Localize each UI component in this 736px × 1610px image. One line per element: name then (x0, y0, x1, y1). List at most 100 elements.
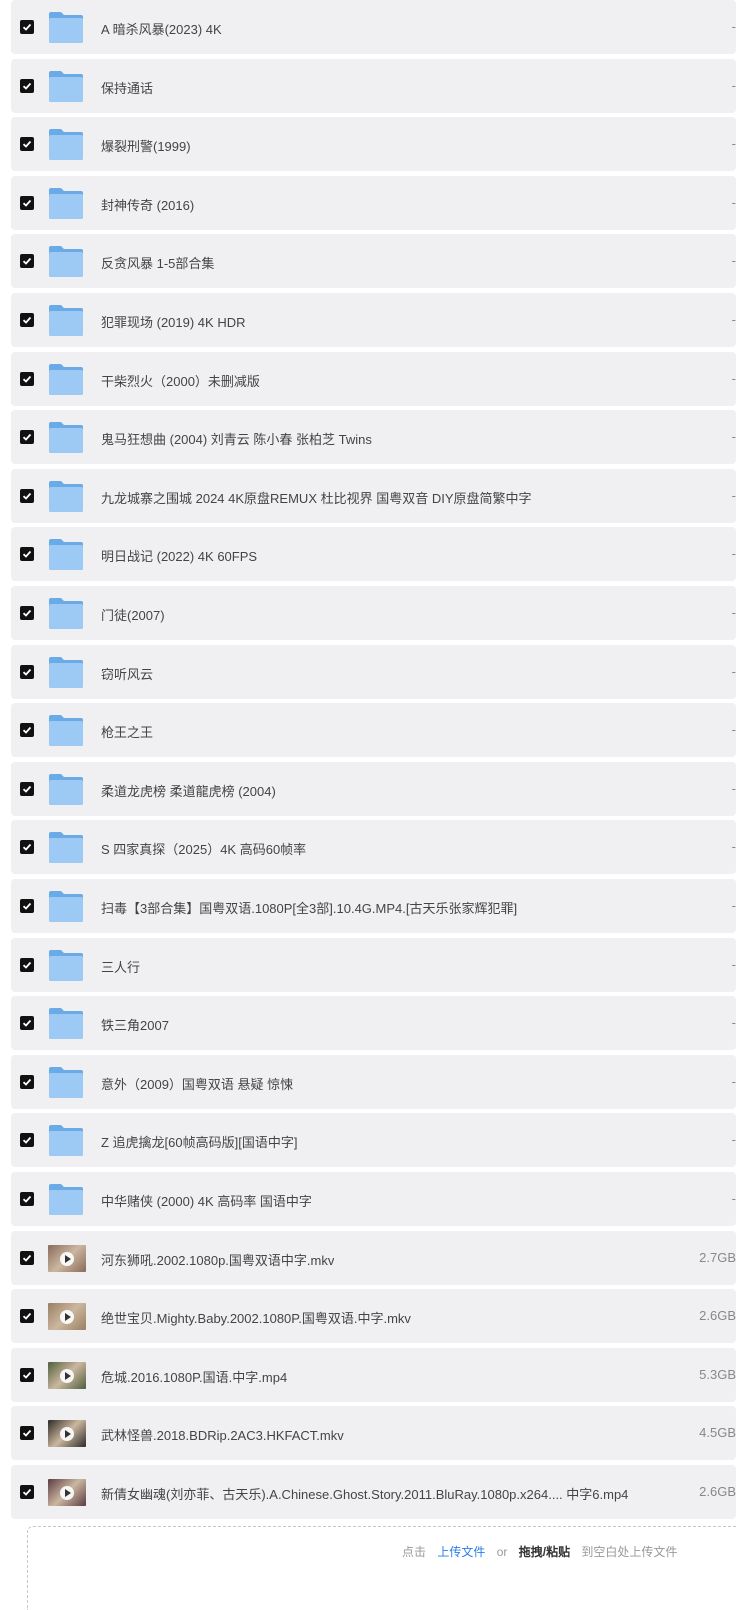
file-row[interactable]: 河东狮吼.2002.1080p.国粤双语中字.mkv 2.7GB (11, 1231, 736, 1285)
folder-row[interactable]: 反贪风暴 1-5部合集 - (11, 234, 736, 288)
row-checkbox[interactable] (20, 372, 34, 386)
file-row[interactable]: 武林怪兽.2018.BDRip.2AC3.HKFACT.mkv 4.5GB (11, 1406, 736, 1460)
file-name[interactable]: 封神传奇 (2016) (101, 195, 194, 214)
folder-row[interactable]: 封神传奇 (2016) - (11, 176, 736, 230)
file-name[interactable]: 反贪风暴 1-5部合集 (101, 253, 214, 272)
row-checkbox[interactable] (20, 782, 34, 796)
row-checkbox[interactable] (20, 1251, 34, 1265)
play-icon (60, 1252, 74, 1266)
folder-row[interactable]: 窃听风云 - (11, 645, 736, 699)
video-thumbnail[interactable] (48, 1362, 86, 1389)
folder-row[interactable]: 保持通话 - (11, 59, 736, 113)
file-name[interactable]: A 暗杀风暴(2023) 4K (101, 19, 222, 38)
video-thumbnail[interactable] (48, 1479, 86, 1506)
file-size: 2.6GB (699, 1484, 736, 1499)
file-name[interactable]: 意外（2009）国粤双语 悬疑 惊悚 (101, 1074, 293, 1093)
row-checkbox[interactable] (20, 958, 34, 972)
upload-file-link[interactable]: 上传文件 (437, 1545, 485, 1559)
row-checkbox[interactable] (20, 430, 34, 444)
folder-row[interactable]: 爆裂刑警(1999) - (11, 117, 736, 171)
row-checkbox[interactable] (20, 840, 34, 854)
folder-row[interactable]: 扫毒【3部合集】国粤双语.1080P[全3部].10.4G.MP4.[古天乐张家… (11, 879, 736, 933)
file-name[interactable]: 枪王之王 (101, 722, 153, 741)
row-checkbox[interactable] (20, 1016, 34, 1030)
folder-row[interactable]: S 四家真探（2025）4K 高码60帧率 - (11, 820, 736, 874)
row-checkbox[interactable] (20, 137, 34, 151)
file-row[interactable]: 危城.2016.1080P.国语.中字.mp4 5.3GB (11, 1348, 736, 1402)
row-checkbox[interactable] (20, 79, 34, 93)
folder-row[interactable]: 三人行 - (11, 938, 736, 992)
file-name[interactable]: 柔道龙虎榜 柔道龍虎榜 (2004) (101, 781, 276, 800)
row-checkbox[interactable] (20, 196, 34, 210)
folder-row[interactable]: 九龙城寨之围城 2024 4K原盘REMUX 杜比视界 国粤双音 DIY原盘简繁… (11, 469, 736, 523)
row-checkbox[interactable] (20, 1075, 34, 1089)
folder-row[interactable]: 门徒(2007) - (11, 586, 736, 640)
file-name[interactable]: 武林怪兽.2018.BDRip.2AC3.HKFACT.mkv (101, 1425, 344, 1444)
folder-row[interactable]: Z 追虎擒龙[60帧高码版][国语中字] - (11, 1113, 736, 1167)
row-checkbox[interactable] (20, 1309, 34, 1323)
file-name[interactable]: 绝世宝贝.Mighty.Baby.2002.1080P.国粤双语.中字.mkv (101, 1308, 411, 1327)
file-row[interactable]: 绝世宝贝.Mighty.Baby.2002.1080P.国粤双语.中字.mkv 2… (11, 1289, 736, 1343)
folder-icon (48, 655, 84, 689)
video-thumbnail[interactable] (48, 1245, 86, 1272)
row-checkbox[interactable] (20, 20, 34, 34)
folder-icon (48, 1123, 84, 1157)
file-size: - (731, 605, 736, 620)
file-name[interactable]: 新倩女幽魂(刘亦菲、古天乐).A.Chinese.Ghost.Story.201… (101, 1484, 628, 1503)
folder-row[interactable]: 枪王之王 - (11, 703, 736, 757)
row-checkbox[interactable] (20, 1192, 34, 1206)
folder-row[interactable]: 意外（2009）国粤双语 悬疑 惊悚 - (11, 1055, 736, 1109)
folder-row[interactable]: 犯罪现场 (2019) 4K HDR - (11, 293, 736, 347)
upload-hint-prefix: 点击 (402, 1545, 427, 1559)
row-checkbox[interactable] (20, 1133, 34, 1147)
file-name[interactable]: 中华赌侠 (2000) 4K 高码率 国语中字 (101, 1191, 312, 1210)
file-name[interactable]: 明日战记 (2022) 4K 60FPS (101, 546, 257, 565)
row-checkbox[interactable] (20, 1426, 34, 1440)
row-checkbox[interactable] (20, 489, 34, 503)
row-checkbox[interactable] (20, 1368, 34, 1382)
video-thumbnail[interactable] (48, 1420, 86, 1447)
folder-row[interactable]: 铁三角2007 - (11, 996, 736, 1050)
file-name[interactable]: 保持通话 (101, 78, 153, 97)
row-checkbox[interactable] (20, 606, 34, 620)
row-checkbox[interactable] (20, 313, 34, 327)
folder-row[interactable]: 明日战记 (2022) 4K 60FPS - (11, 527, 736, 581)
file-size: - (731, 78, 736, 93)
folder-row[interactable]: 鬼马狂想曲 (2004) 刘青云 陈小春 张柏芝 Twins - (11, 410, 736, 464)
row-checkbox[interactable] (20, 547, 34, 561)
folder-row[interactable]: 柔道龙虎榜 柔道龍虎榜 (2004) - (11, 762, 736, 816)
file-name[interactable]: 三人行 (101, 957, 140, 976)
file-name[interactable]: 九龙城寨之围城 2024 4K原盘REMUX 杜比视界 国粤双音 DIY原盘简繁… (101, 488, 532, 507)
file-size: 2.6GB (699, 1308, 736, 1323)
file-name[interactable]: 干柴烈火（2000）未删减版 (101, 371, 260, 390)
folder-icon (48, 889, 84, 923)
file-name[interactable]: 危城.2016.1080P.国语.中字.mp4 (101, 1367, 287, 1386)
file-name[interactable]: S 四家真探（2025）4K 高码60帧率 (101, 839, 306, 858)
folder-icon (48, 186, 84, 220)
row-checkbox[interactable] (20, 665, 34, 679)
folder-row[interactable]: 干柴烈火（2000）未删减版 - (11, 352, 736, 406)
folder-row[interactable]: A 暗杀风暴(2023) 4K - (11, 0, 736, 54)
row-checkbox[interactable] (20, 254, 34, 268)
file-name[interactable]: 犯罪现场 (2019) 4K HDR (101, 312, 245, 331)
upload-hint-or: or (496, 1545, 508, 1559)
row-checkbox[interactable] (20, 1485, 34, 1499)
file-name[interactable]: 门徒(2007) (101, 605, 165, 624)
file-name[interactable]: 爆裂刑警(1999) (101, 136, 191, 155)
file-name[interactable]: Z 追虎擒龙[60帧高码版][国语中字] (101, 1132, 297, 1151)
file-name[interactable]: 窃听风云 (101, 664, 153, 683)
file-name[interactable]: 河东狮吼.2002.1080p.国粤双语中字.mkv (101, 1250, 334, 1269)
file-row[interactable]: 新倩女幽魂(刘亦菲、古天乐).A.Chinese.Ghost.Story.201… (11, 1465, 736, 1519)
upload-dropzone[interactable]: 点击 上传文件 or 拖拽/粘贴 到空白处上传文件 (27, 1526, 736, 1610)
row-checkbox[interactable] (20, 899, 34, 913)
row-checkbox[interactable] (20, 723, 34, 737)
file-size: - (731, 898, 736, 913)
file-size: 5.3GB (699, 1367, 736, 1382)
file-name[interactable]: 扫毒【3部合集】国粤双语.1080P[全3部].10.4G.MP4.[古天乐张家… (101, 898, 517, 917)
file-size: - (731, 664, 736, 679)
file-name[interactable]: 铁三角2007 (101, 1015, 169, 1034)
video-thumbnail[interactable] (48, 1303, 86, 1330)
folder-row[interactable]: 中华赌侠 (2000) 4K 高码率 国语中字 - (11, 1172, 736, 1226)
folder-icon (48, 303, 84, 337)
file-name[interactable]: 鬼马狂想曲 (2004) 刘青云 陈小春 张柏芝 Twins (101, 429, 372, 448)
